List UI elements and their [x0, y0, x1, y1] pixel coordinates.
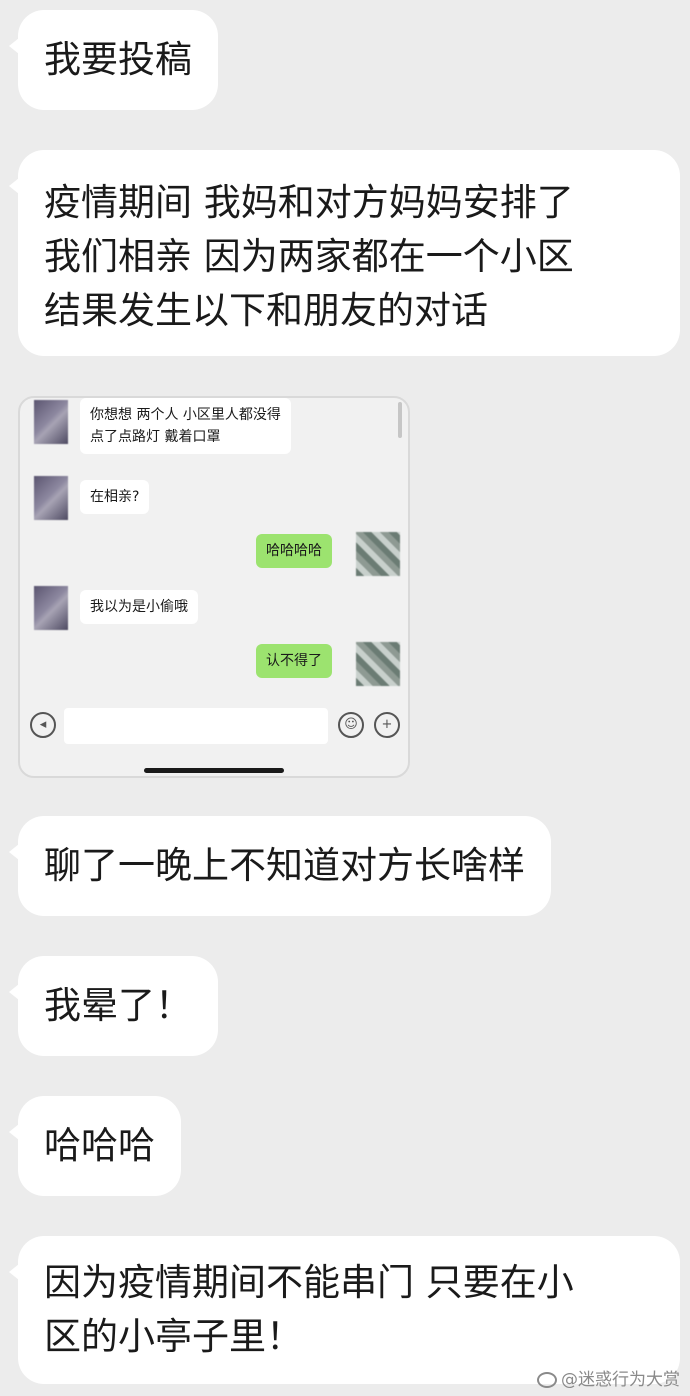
message-line: 哈哈哈哈	[266, 543, 322, 559]
message-line: 疫情期间 我妈和对方妈妈安排了	[44, 181, 574, 224]
message-text: 哈哈哈	[44, 1124, 155, 1167]
message-line: 结果发生以下和朋友的对话	[44, 289, 488, 332]
incoming-message: 在相亲?	[80, 480, 150, 514]
contact-avatar	[34, 400, 68, 444]
message-text: 我晕了！	[44, 984, 192, 1027]
emoji-icon[interactable]: ☺	[338, 712, 364, 738]
user-avatar	[356, 642, 400, 686]
incoming-message: 你想想 两个人 小区里人都没得 点了点路灯 戴着口罩	[80, 398, 291, 454]
message-bubble[interactable]: 因为疫情期间不能串门 只要在小 区的小亭子里！	[9, 1236, 680, 1384]
plus-icon[interactable]: +	[374, 712, 400, 738]
message-text: 我要投稿	[44, 38, 192, 81]
message-line: 因为疫情期间不能串门 只要在小	[44, 1261, 574, 1304]
message-bubble[interactable]: 我要投稿	[9, 10, 218, 110]
message-text: 聊了一晚上不知道对方长啥样	[44, 844, 525, 887]
weibo-logo-icon	[537, 1372, 557, 1388]
message-bubble[interactable]: 我晕了！	[9, 956, 218, 1056]
chat-screenshot: 我要投稿 疫情期间 我妈和对方妈妈安排了 我们相亲 因为两家都在一个小区 结果发…	[0, 0, 690, 1396]
incoming-message: 我以为是小偷哦	[80, 590, 198, 624]
contact-avatar	[34, 586, 68, 630]
message-line: 在相亲?	[90, 489, 140, 505]
outgoing-message: 认不得了	[256, 644, 332, 678]
voice-icon[interactable]: ◂	[30, 712, 56, 738]
message-line: 我以为是小偷哦	[90, 599, 188, 615]
contact-avatar	[34, 476, 68, 520]
message-bubble[interactable]: 聊了一晚上不知道对方长啥样	[9, 816, 551, 916]
message-input[interactable]	[64, 708, 328, 744]
home-indicator	[144, 768, 284, 773]
message-line: 点了点路灯 戴着口罩	[90, 429, 221, 445]
outgoing-message: 哈哈哈哈	[256, 534, 332, 568]
message-bubble[interactable]: 疫情期间 我妈和对方妈妈安排了 我们相亲 因为两家都在一个小区 结果发生以下和朋…	[9, 150, 680, 356]
scrollbar	[398, 402, 402, 438]
message-line: 认不得了	[266, 653, 322, 669]
message-line: 我们相亲 因为两家都在一个小区	[44, 235, 574, 278]
message-bubble[interactable]: 哈哈哈	[9, 1096, 181, 1196]
message-line: 区的小亭子里！	[44, 1315, 303, 1358]
message-line: 你想想 两个人 小区里人都没得	[90, 407, 281, 423]
watermark-text: @迷惑行为大赏	[561, 1370, 680, 1390]
user-avatar	[356, 532, 400, 576]
embedded-chat-image[interactable]: 你想想 两个人 小区里人都没得 点了点路灯 戴着口罩 在相亲? 哈哈哈哈 我以为…	[18, 396, 410, 778]
watermark: @迷惑行为大赏	[537, 1365, 680, 1390]
